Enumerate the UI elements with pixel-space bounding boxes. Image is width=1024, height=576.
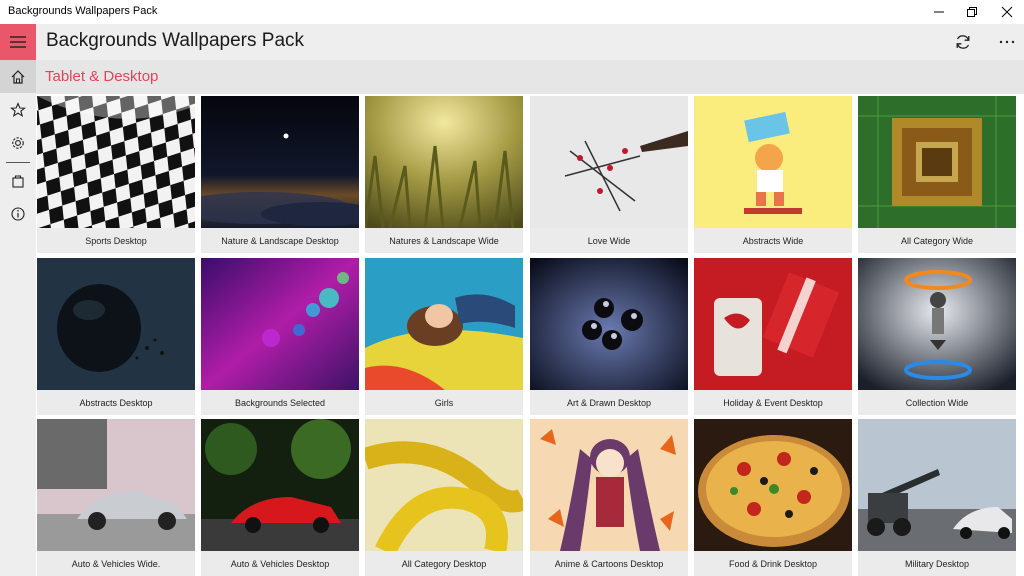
nav-settings[interactable]: [0, 126, 36, 159]
tile-nature-landscape-desktop[interactable]: Nature & Landscape Desktop: [201, 96, 359, 253]
tile-image: [694, 258, 852, 390]
restore-icon: [967, 7, 977, 17]
more-icon: [999, 40, 1015, 44]
star-icon: [10, 101, 26, 117]
tile-label: Nature & Landscape Desktop: [221, 235, 339, 246]
hamburger-icon: [10, 36, 26, 48]
tile-image: [530, 258, 688, 390]
minimize-button[interactable]: [922, 0, 956, 24]
tile-label: Auto & Vehicles Desktop: [230, 558, 330, 569]
refresh-button[interactable]: [950, 30, 976, 54]
tile-auto-vehicles-desktop[interactable]: Auto & Vehicles Desktop: [201, 419, 359, 576]
tile-food-drink-desktop[interactable]: Food & Drink Desktop: [694, 419, 852, 576]
tile-anime-cartoons-desktop[interactable]: Anime & Cartoons Desktop: [530, 419, 688, 576]
tile-image: [365, 419, 523, 551]
tile-collection-wide[interactable]: Collection Wide: [858, 258, 1016, 415]
tile-label: Anime & Cartoons Desktop: [554, 558, 664, 569]
tile-military-desktop[interactable]: Military Desktop: [858, 419, 1016, 576]
info-icon: [11, 206, 25, 221]
gear-icon: [12, 136, 24, 149]
tile-image: [694, 419, 852, 551]
wallpaper-grid: Sports Desktop Nature & Landscape Deskto…: [37, 96, 1024, 576]
tile-label: Collection Wide: [905, 397, 969, 408]
tile-natures-landscape-wide[interactable]: Natures & Landscape Wide: [365, 96, 523, 253]
tile-label: Sports Desktop: [85, 235, 147, 246]
tile-image: [37, 96, 195, 228]
minimize-icon: [934, 11, 944, 13]
tile-label: Abstracts Wide: [742, 235, 804, 246]
tile-label: Love Wide: [587, 235, 631, 246]
tile-label: Natures & Landscape Wide: [389, 235, 499, 246]
nav-rail: [0, 24, 36, 576]
tile-art-drawn-desktop[interactable]: Art & Drawn Desktop: [530, 258, 688, 415]
tile-image: [201, 96, 359, 228]
tile-label: All Category Wide: [900, 235, 974, 246]
title-bar: Backgrounds Wallpapers Pack: [0, 0, 1024, 24]
restore-button[interactable]: [955, 0, 989, 24]
close-icon: [1001, 6, 1013, 18]
tile-label: Auto & Vehicles Wide.: [71, 558, 161, 569]
app-title: Backgrounds Wallpapers Pack: [46, 30, 305, 51]
tile-image: [365, 96, 523, 228]
tile-label: Military Desktop: [904, 558, 969, 569]
nav-store[interactable]: [0, 164, 36, 197]
tile-abstracts-desktop[interactable]: Abstracts Desktop: [37, 258, 195, 415]
tile-image: [858, 419, 1016, 551]
tile-label: Backgrounds Selected: [234, 397, 326, 408]
tile-all-category-wide[interactable]: All Category Wide: [858, 96, 1016, 253]
window-title: Backgrounds Wallpapers Pack: [8, 5, 158, 17]
tile-image: [37, 258, 195, 390]
section-header: Tablet & Desktop: [36, 60, 1024, 94]
tile-image: [365, 258, 523, 390]
tile-image: [530, 419, 688, 551]
nav-home[interactable]: [0, 60, 36, 93]
tile-image: [694, 96, 852, 228]
store-icon: [12, 174, 24, 188]
tile-all-category-desktop[interactable]: All Category Desktop: [365, 419, 523, 576]
section-title: Tablet & Desktop: [45, 68, 159, 85]
tile-holiday-event-desktop[interactable]: Holiday & Event Desktop: [694, 258, 852, 415]
tile-image: [858, 96, 1016, 228]
tile-image: [858, 258, 1016, 390]
app-header: Backgrounds Wallpapers Pack: [36, 24, 1024, 60]
tile-label: Food & Drink Desktop: [728, 558, 818, 569]
tile-label: Art & Drawn Desktop: [566, 397, 652, 408]
tile-love-wide[interactable]: Love Wide: [530, 96, 688, 253]
nav-about[interactable]: [0, 197, 36, 230]
tile-label: All Category Desktop: [401, 558, 487, 569]
tile-image: [201, 258, 359, 390]
tile-auto-vehicles-wide[interactable]: Auto & Vehicles Wide.: [37, 419, 195, 576]
tile-backgrounds-selected[interactable]: Backgrounds Selected: [201, 258, 359, 415]
refresh-icon: [956, 35, 970, 49]
rail-divider: [6, 162, 30, 163]
more-button[interactable]: [994, 30, 1020, 54]
tile-sports-desktop[interactable]: Sports Desktop: [37, 96, 195, 253]
close-button[interactable]: [990, 0, 1024, 24]
home-icon: [11, 69, 25, 84]
nav-favorites[interactable]: [0, 93, 36, 126]
tile-label: Holiday & Event Desktop: [723, 397, 823, 408]
tile-girls[interactable]: Girls: [365, 258, 523, 415]
tile-abstracts-wide[interactable]: Abstracts Wide: [694, 96, 852, 253]
hamburger-button[interactable]: [0, 24, 36, 60]
tile-image: [201, 419, 359, 551]
tile-image: [37, 419, 195, 551]
tile-image: [530, 96, 688, 228]
tile-label: Abstracts Desktop: [79, 397, 153, 408]
tile-label: Girls: [434, 397, 454, 408]
